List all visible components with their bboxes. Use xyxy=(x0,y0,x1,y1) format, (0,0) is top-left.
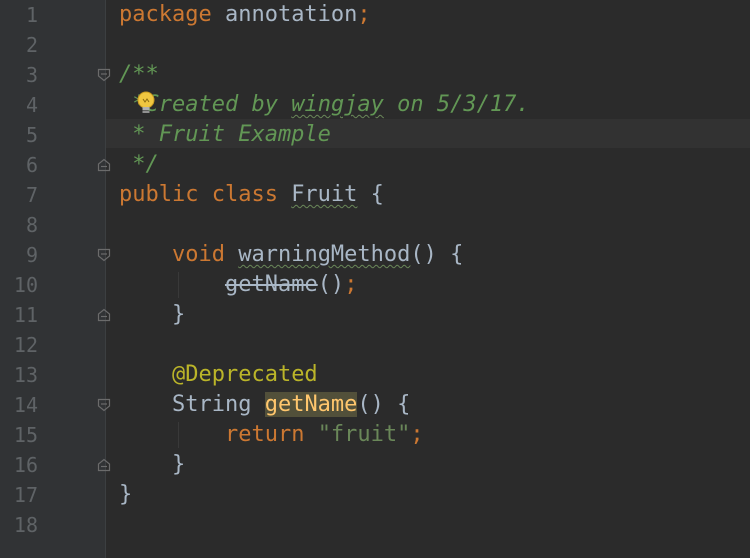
javadoc-start[interactable]: /** xyxy=(119,60,159,90)
javadoc-end[interactable]: */ xyxy=(119,150,159,180)
fold-open-icon[interactable] xyxy=(97,248,111,262)
fold-close-icon[interactable] xyxy=(97,458,111,472)
code-text[interactable]: } xyxy=(119,450,185,480)
fold-close-icon[interactable] xyxy=(97,158,111,172)
line-number: 16 xyxy=(13,453,38,477)
line-number: 14 xyxy=(13,393,38,417)
line-number: 13 xyxy=(13,363,38,387)
method-name: warningMethod xyxy=(238,242,411,267)
line-number: 3 xyxy=(25,63,38,87)
code-line[interactable]: 12 xyxy=(0,330,750,360)
code-text[interactable]: @Deprecated xyxy=(119,360,318,390)
line-number: 8 xyxy=(25,213,38,237)
fold-close-icon[interactable] xyxy=(97,308,111,322)
code-text[interactable]: * Fruit Example xyxy=(119,120,331,150)
code-line[interactable]: 15 return "fruit"; xyxy=(0,420,750,450)
line-number: 2 xyxy=(25,33,38,57)
typo-author: wingjay xyxy=(291,92,384,117)
code-line[interactable]: 9 void warningMethod() { xyxy=(0,240,750,270)
line-number: 17 xyxy=(13,483,38,507)
code-text[interactable]: public class Fruit { xyxy=(119,180,384,210)
code-line[interactable]: 4 *Created by wingjay on 5/3/17. xyxy=(0,90,750,120)
line-number: 6 xyxy=(25,153,38,177)
code-line[interactable]: 11 } xyxy=(0,300,750,330)
line-number: 12 xyxy=(13,333,38,357)
code-text[interactable]: void warningMethod() { xyxy=(119,240,463,270)
code-line[interactable]: 14 String getName() { xyxy=(0,390,750,420)
annotation: @Deprecated xyxy=(171,362,318,387)
code-line[interactable]: 2 xyxy=(0,30,750,60)
line-number: 7 xyxy=(25,183,38,207)
code-line[interactable]: 10 getName(); xyxy=(0,270,750,300)
line-number: 18 xyxy=(13,513,38,537)
class-name: Fruit xyxy=(291,182,358,207)
code-text[interactable]: *Created by wingjay on 5/3/17. xyxy=(119,90,529,120)
code-line[interactable]: 13 @Deprecated xyxy=(0,360,750,390)
code-text[interactable]: getName(); xyxy=(119,270,357,300)
line-number: 9 xyxy=(25,243,38,267)
line-number: 5 xyxy=(25,123,38,147)
code-text[interactable]: String getName() { xyxy=(119,390,410,420)
code-text[interactable]: return "fruit"; xyxy=(119,420,424,450)
highlighted-method-name: getName xyxy=(264,392,358,417)
code-line[interactable]: 16 } xyxy=(0,450,750,480)
line-number: 10 xyxy=(13,273,38,297)
code-line[interactable]: 1 package annotation; xyxy=(0,0,750,30)
deprecated-call: getName xyxy=(224,272,318,297)
code-line[interactable]: 18 xyxy=(0,510,750,540)
line-number: 11 xyxy=(13,303,38,327)
code-line[interactable]: 3 /** xyxy=(0,60,750,90)
line-number: 1 xyxy=(25,3,38,27)
fold-open-icon[interactable] xyxy=(97,68,111,82)
lightbulb-icon[interactable] xyxy=(134,90,158,116)
code-text[interactable]: } xyxy=(119,300,185,330)
code-line[interactable]: 5 * Fruit Example xyxy=(0,120,750,150)
line-number: 4 xyxy=(25,93,38,117)
code-line[interactable]: 17 } xyxy=(0,480,750,510)
fold-open-icon[interactable] xyxy=(97,398,111,412)
line-number: 15 xyxy=(13,423,38,447)
code-text[interactable]: } xyxy=(119,480,132,510)
code-editor[interactable]: 1 package annotation; 2 3 /** 4 *Created… xyxy=(0,0,750,558)
code-line[interactable]: 8 xyxy=(0,210,750,240)
code-line[interactable]: 6 */ xyxy=(0,150,750,180)
code-line[interactable]: 7 public class Fruit { xyxy=(0,180,750,210)
code-text[interactable]: package annotation; xyxy=(119,0,371,30)
